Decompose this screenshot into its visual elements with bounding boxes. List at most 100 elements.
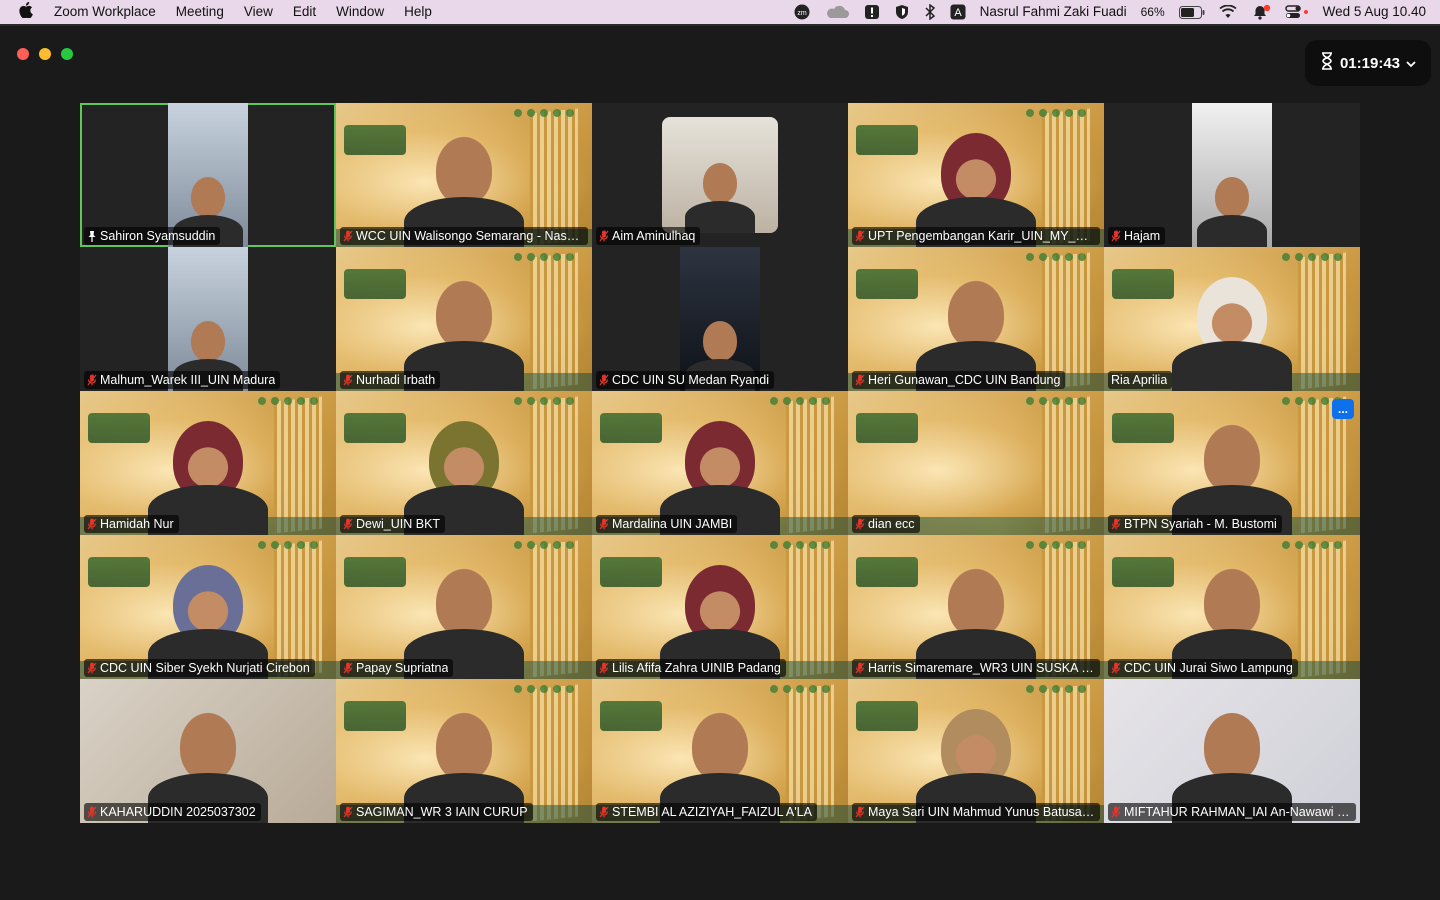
apple-icon[interactable] [0,1,52,22]
video-feed [662,117,778,233]
gallery-view-grid: Sahiron Syamsuddin WCC UIN Walisongo Sema… [80,103,1360,823]
mic-muted-icon [855,518,865,530]
participant-name: KAHARUDDIN 2025037302 [100,805,256,819]
background-logo-badge [856,413,918,443]
background-logos [258,541,318,549]
participant-head [436,569,492,637]
bluetooth-icon[interactable] [924,4,936,20]
cloud-icon[interactable] [824,4,850,20]
exclamation-icon[interactable] [864,4,880,20]
background-logo-badge [600,557,662,587]
participant-name: STEMBI AL AZIZIYAH_FAIZUL A'LA [612,805,812,819]
menu-bar: Zoom Workplace Meeting View Edit Window … [0,0,1440,24]
participant-tile[interactable]: Nurhadi Irbath [336,247,592,391]
participant-tile[interactable]: dian ecc [848,391,1104,535]
background-logo-badge [344,269,406,299]
participant-tile[interactable]: Hamidah Nur [80,391,336,535]
background-logo-badge [600,413,662,443]
menu-edit[interactable]: Edit [283,0,326,24]
menu-meeting[interactable]: Meeting [166,0,234,24]
timer-value: 01:19:43 [1339,54,1401,72]
participant-head [1204,425,1260,493]
mic-muted-icon [343,518,353,530]
more-options-button[interactable]: ... [1332,399,1354,419]
participant-name: Dewi_UIN BKT [356,517,441,531]
background-building [530,252,578,390]
participant-tile[interactable]: STEMBI AL AZIZIYAH_FAIZUL A'LA [592,679,848,823]
mic-muted-icon [1111,518,1121,530]
participant-name: Hamidah Nur [100,517,174,531]
menubar-datetime[interactable]: Wed 5 Aug 10.40 [1323,0,1426,24]
close-window-button[interactable] [17,48,29,60]
zoom-icon[interactable]: zm [794,4,810,20]
participant-tile[interactable]: MIFTAHUR RAHMAN_IAI An-Nawawi P... [1104,679,1360,823]
participant-tile[interactable]: Ria Aprilia [1104,247,1360,391]
participant-head [180,713,236,781]
menu-help[interactable]: Help [394,0,442,24]
participant-tile[interactable]: CDC UIN Jurai Siwo Lampung [1104,535,1360,679]
mic-muted-icon [855,230,865,242]
control-center-icon[interactable] [1284,4,1309,20]
meeting-timer[interactable]: 01:19:43 [1305,40,1431,86]
participant-tile[interactable]: UPT Pengembangan Karir_UIN_MY_Ba... [848,103,1104,247]
participant-name-label: CDC UIN Siber Syekh Nurjati Cirebon [84,659,315,677]
svg-text:A: A [954,7,962,19]
minimize-window-button[interactable] [39,48,51,60]
notification-icon[interactable] [1251,4,1271,20]
participant-name: UPT Pengembangan Karir_UIN_MY_Ba... [868,229,1095,243]
participant-name: Maya Sari UIN Mahmud Yunus Batusan... [868,805,1095,819]
battery-percent: 66% [1140,5,1165,19]
participant-name: dian ecc [868,517,915,531]
participant-name-label: CDC UIN Jurai Siwo Lampung [1108,659,1298,677]
participant-tile[interactable]: CDC UIN Siber Syekh Nurjati Cirebon [80,535,336,679]
participant-name-label: dian ecc [852,515,920,533]
participant-tile[interactable]: Malhum_Warek III_UIN Madura [80,247,336,391]
participant-body [1172,341,1292,391]
participant-name-label: BTPN Syariah - M. Bustomi [1108,515,1282,533]
mic-muted-icon [87,662,97,674]
participant-name-label: Hamidah Nur [84,515,179,533]
participant-tile[interactable]: Dewi_UIN BKT [336,391,592,535]
participant-tile[interactable]: Lilis Afifa Zahra UINIB Padang [592,535,848,679]
menu-window[interactable]: Window [326,0,394,24]
participant-tile[interactable]: Harris Simaremare_WR3 UIN SUSKA Ri... [848,535,1104,679]
menu-app-name[interactable]: Zoom Workplace [52,0,166,24]
battery-icon[interactable] [1178,4,1205,20]
participant-name-label: SAGIMAN_WR 3 IAIN CURUP [340,803,533,821]
background-logos [514,685,574,693]
mic-muted-icon [343,230,353,242]
shield-icon[interactable] [894,4,910,20]
participant-tile[interactable]: Sahiron Syamsuddin [80,103,336,247]
input-source-icon[interactable]: A [950,4,966,20]
participant-tile[interactable]: CDC UIN SU Medan Ryandi [592,247,848,391]
participant-tile[interactable]: WCC UIN Walisongo Semarang - Nasru... [336,103,592,247]
participant-head [191,321,225,361]
participant-tile[interactable]: Papay Supriatna [336,535,592,679]
mic-muted-icon [599,662,609,674]
participant-tile[interactable]: Maya Sari UIN Mahmud Yunus Batusan... [848,679,1104,823]
participant-tile[interactable]: BTPN Syariah - M. Bustomi... [1104,391,1360,535]
user-name[interactable]: Nasrul Fahmi Zaki Fuadi [980,0,1127,24]
menu-view[interactable]: View [234,0,283,24]
background-logo-badge [856,701,918,731]
participant-tile[interactable]: KAHARUDDIN 2025037302 [80,679,336,823]
zoom-window-button[interactable] [61,48,73,60]
participant-name-label: UPT Pengembangan Karir_UIN_MY_Ba... [852,227,1100,245]
participant-tile[interactable]: Heri Gunawan_CDC UIN Bandung [848,247,1104,391]
background-logo-badge [344,413,406,443]
participant-tile[interactable]: Hajam [1104,103,1360,247]
participant-name: Mardalina UIN JAMBI [612,517,733,531]
background-building [530,684,578,822]
participant-name: MIFTAHUR RAHMAN_IAI An-Nawawi P... [1124,805,1351,819]
background-logos [1282,253,1342,261]
participant-name: Ria Aprilia [1111,373,1168,387]
wifi-icon[interactable] [1219,4,1237,20]
participant-tile[interactable]: Aim Aminulhaq [592,103,848,247]
participant-name-label: STEMBI AL AZIZIYAH_FAIZUL A'LA [596,803,817,821]
mic-muted-icon [87,806,97,818]
background-logo-badge [1112,269,1174,299]
participant-tile[interactable]: SAGIMAN_WR 3 IAIN CURUP [336,679,592,823]
participant-name: Sahiron Syamsuddin [100,229,216,243]
participant-tile[interactable]: Mardalina UIN JAMBI [592,391,848,535]
participant-name: SAGIMAN_WR 3 IAIN CURUP [356,805,528,819]
